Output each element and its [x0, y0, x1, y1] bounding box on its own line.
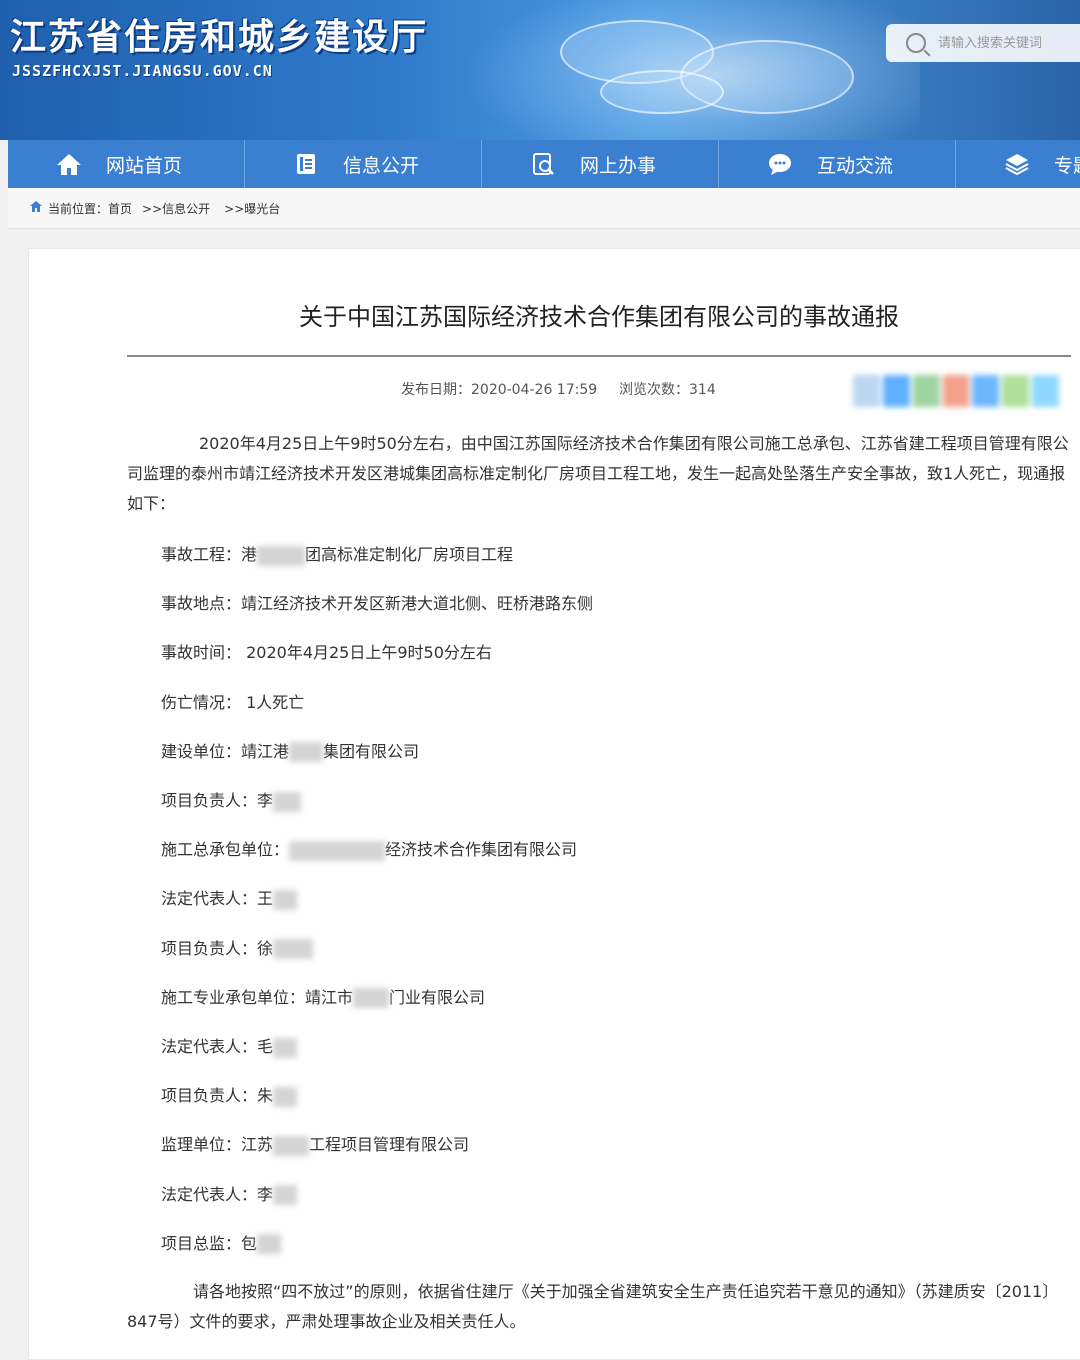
detail-row: 法定代表人：毛 [161, 1033, 298, 1058]
layers-icon [1004, 151, 1030, 177]
detail-label: 法定代表人： [161, 1184, 258, 1204]
nav-item-label: 专题 [1054, 154, 1080, 177]
home-icon [56, 151, 82, 177]
detail-label: 法定代表人： [161, 889, 258, 909]
detail-label: 项目负责人： [161, 791, 258, 810]
header-banner: 江苏省住房和城乡建设厅 JSSZFHCXJST.JIANGSU.GOV.CN [0, 0, 1080, 140]
detail-label: 法定代表人： [161, 1037, 258, 1056]
detail-row: 法定代表人：李 [161, 1181, 298, 1206]
redacted-text [353, 988, 390, 1009]
nav-item-info[interactable]: 信息公开 [245, 140, 482, 188]
nav-item-online-service[interactable]: 网上办事 [482, 140, 719, 188]
detail-value: 2020年4月25日上午9时50分左右 [241, 643, 492, 663]
breadcrumb: 当前位置： 首页 >>信息公开 >>曝光台 [8, 188, 1080, 229]
closing-paragraph: 请各地按照“四不放过”的原则，依据省住建厅《关于加强全省建筑安全生产责任追究若干… [127, 1282, 1059, 1331]
redacted-text [289, 840, 386, 861]
detail-row: 事故时间： 2020年4月25日上午9时50分左右 [161, 639, 492, 663]
detail-value: 江苏 [241, 1135, 274, 1155]
detail-value: 1人死亡 [241, 692, 305, 712]
view-count: 浏览次数：314 [619, 382, 716, 398]
redacted-text [273, 889, 298, 910]
search-document-icon [530, 151, 556, 177]
redacted-text [273, 1086, 298, 1107]
detail-row: 项目负责人：朱 [161, 1082, 298, 1107]
detail-value: 毛 [257, 1037, 274, 1056]
detail-value: 朱 [257, 1086, 274, 1106]
article-card: 关于中国江苏国际经济技术合作集团有限公司的事故通报 发布日期：2020-04-2… [28, 248, 1080, 1360]
detail-row: 施工总承包单位： 经济技术合作集团有限公司 [161, 836, 577, 861]
main-nav: 网站首页 信息公开 网上办事 互动交流 专题 [8, 140, 1080, 188]
detail-label: 监理单位： [161, 1135, 242, 1155]
home-icon [30, 201, 42, 215]
detail-value: 徐 [257, 938, 274, 958]
detail-label: 项目负责人： [161, 1086, 258, 1106]
document-icon [293, 151, 319, 177]
detail-label: 项目总监： [161, 1233, 242, 1253]
detail-value: 靖江经济技术开发区新港大道北侧、旺桥港路东侧 [241, 594, 594, 614]
detail-value: 工程项目管理有限公司 [309, 1135, 470, 1155]
chat-icon [767, 151, 793, 177]
detail-label: 施工专业承包单位： [161, 987, 306, 1007]
detail-row: 伤亡情况： 1人死亡 [161, 689, 304, 713]
detail-value: 靖江港 [241, 741, 290, 761]
nav-item-topics[interactable]: 专题 [956, 140, 1080, 188]
detail-value: 李 [257, 1184, 274, 1204]
share-icons[interactable] [853, 375, 1060, 407]
redacted-text [289, 742, 324, 763]
detail-value: 港 [241, 545, 258, 564]
detail-value: 包 [241, 1233, 258, 1253]
detail-row: 监理单位：江苏 工程项目管理有限公司 [161, 1131, 469, 1156]
nav-item-home[interactable]: 网站首页 [8, 140, 245, 188]
redacted-text [257, 1234, 282, 1255]
detail-value: 靖江市 [305, 987, 354, 1007]
detail-label: 事故工程： [161, 545, 242, 564]
detail-row: 项目负责人：徐 [161, 935, 314, 960]
detail-value: 经济技术合作集团有限公司 [385, 840, 578, 860]
title-divider [127, 355, 1071, 357]
nav-item-label: 网站首页 [106, 154, 183, 177]
detail-row: 建设单位：靖江港 集团有限公司 [161, 738, 419, 763]
detail-row: 事故地点：靖江经济技术开发区新港大道北侧、旺桥港路东侧 [161, 590, 593, 614]
detail-value: 王 [257, 889, 274, 909]
detail-label: 事故时间： [161, 643, 242, 663]
detail-row: 项目负责人：李 [161, 787, 302, 812]
redacted-text [273, 1037, 298, 1058]
redacted-text [273, 939, 314, 960]
detail-label: 伤亡情况： [161, 692, 242, 712]
site-title[interactable]: 江苏省住房和城乡建设厅 [10, 8, 428, 60]
detail-value: 李 [257, 791, 274, 810]
detail-row: 法定代表人：王 [161, 885, 298, 910]
detail-value: 团高标准定制化厂房项目工程 [305, 545, 514, 564]
article-title: 关于中国江苏国际经济技术合作集团有限公司的事故通报 [299, 303, 899, 331]
breadcrumb-exposure-link[interactable]: >>曝光台 [224, 200, 280, 217]
redacted-text [273, 1135, 310, 1156]
detail-row: 项目总监：包 [161, 1230, 282, 1255]
detail-label: 事故地点： [161, 594, 242, 614]
breadcrumb-home-link[interactable]: 首页 [108, 200, 132, 217]
nav-item-interaction[interactable]: 互动交流 [719, 140, 956, 188]
redacted-text [273, 791, 302, 812]
search-icon[interactable] [906, 33, 926, 53]
breadcrumb-prefix: 当前位置： [48, 201, 109, 216]
nav-item-label: 互动交流 [817, 154, 894, 177]
detail-label: 建设单位： [161, 741, 242, 761]
detail-row: 施工专业承包单位：靖江市 门业有限公司 [161, 984, 485, 1009]
nav-item-label: 网上办事 [580, 154, 657, 177]
publish-date: 发布日期：2020-04-26 17:59 [401, 382, 598, 398]
detail-value: 门业有限公司 [389, 987, 486, 1007]
detail-value: 集团有限公司 [323, 741, 420, 761]
breadcrumb-info-link[interactable]: >>信息公开 [142, 200, 210, 217]
intro-paragraph: 2020年4月25日上午9时50分左右，由中国江苏国际经济技术合作集团有限公司施… [127, 434, 1069, 513]
banner-dome-shape [600, 70, 724, 114]
detail-label: 项目负责人： [161, 938, 258, 958]
redacted-text [257, 545, 306, 566]
detail-label: 施工总承包单位： [161, 840, 290, 860]
detail-row: 事故工程：港 团高标准定制化厂房项目工程 [161, 541, 513, 566]
redacted-text [273, 1185, 298, 1206]
nav-item-label: 信息公开 [343, 154, 420, 177]
search-box[interactable] [886, 24, 1080, 62]
search-input[interactable] [936, 34, 1080, 52]
site-domain: JSSZFHCXJST.JIANGSU.GOV.CN [12, 62, 273, 80]
